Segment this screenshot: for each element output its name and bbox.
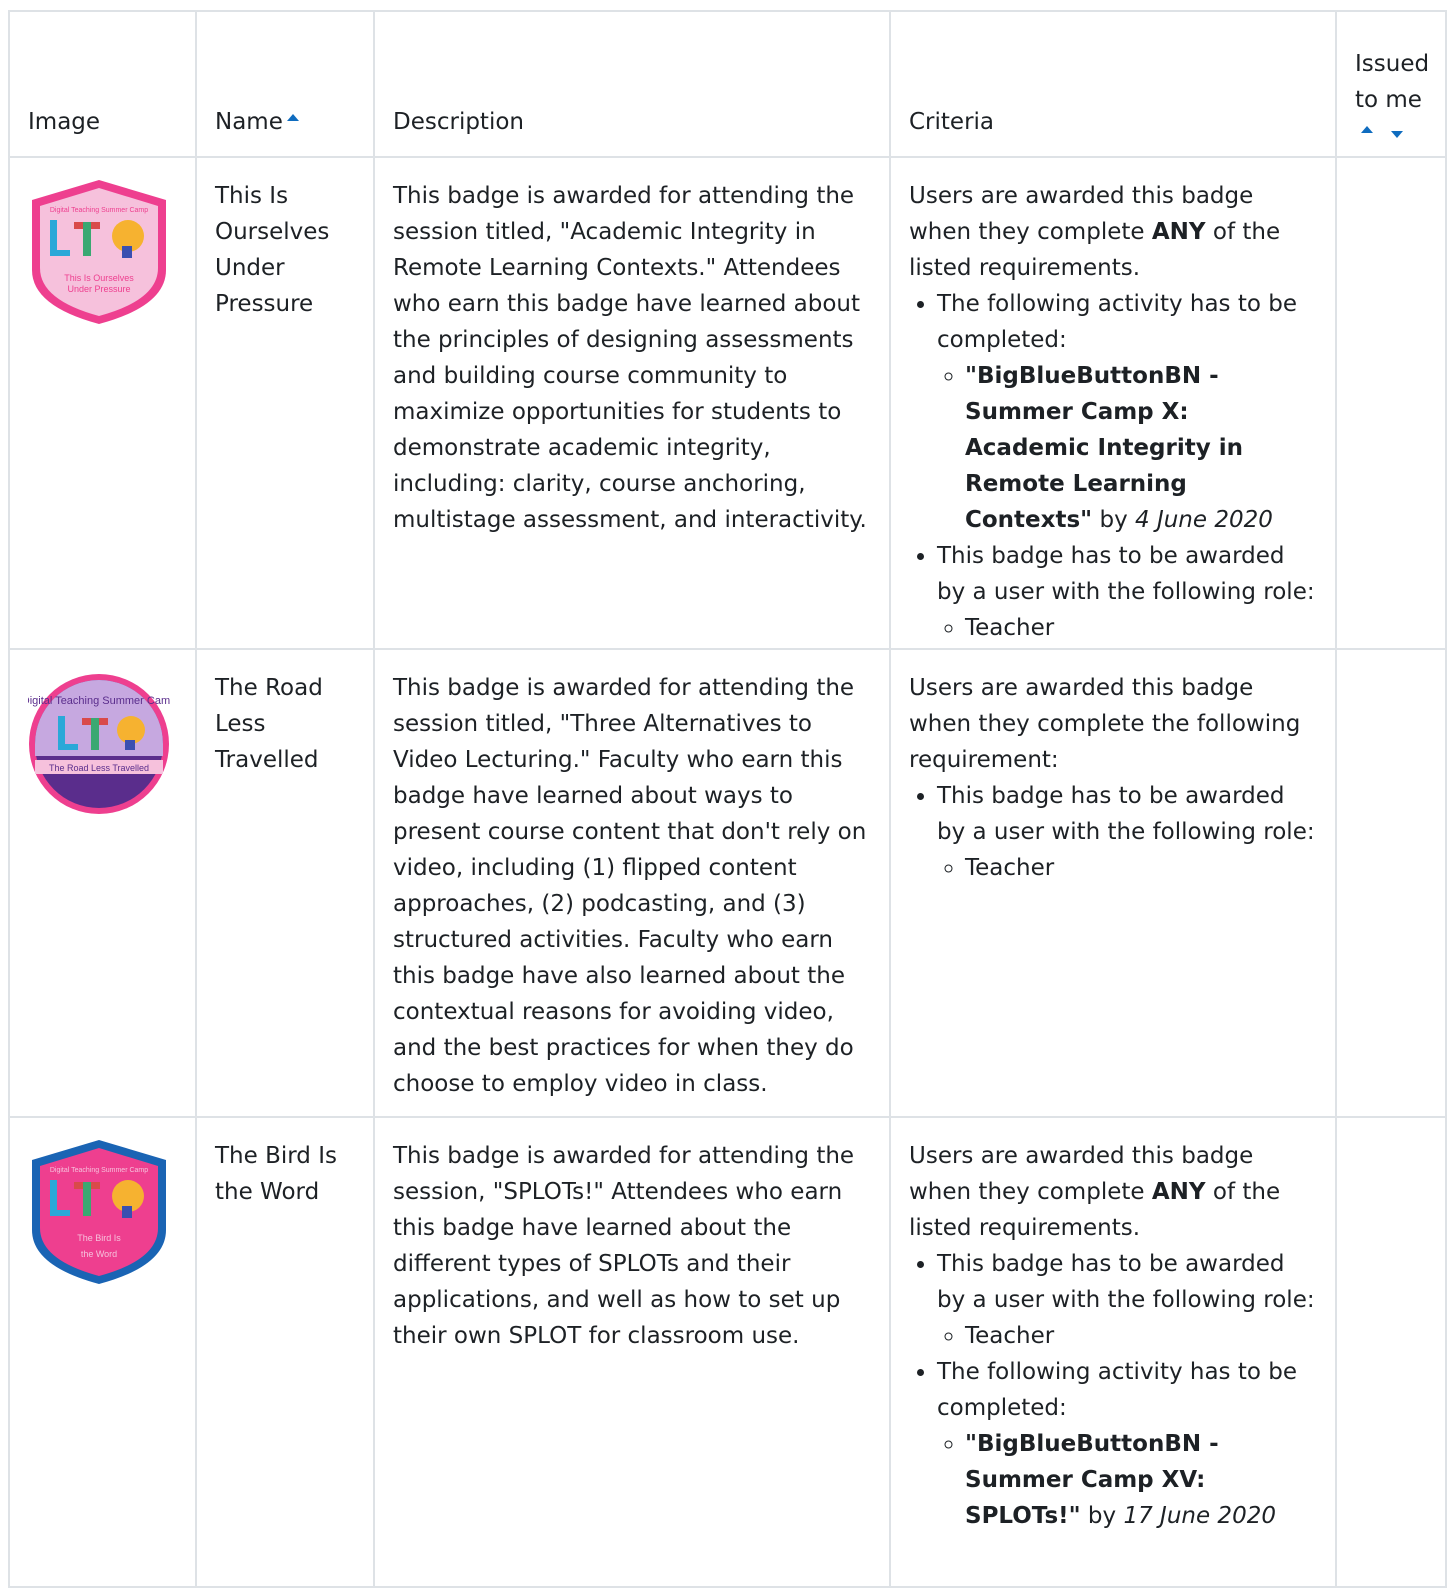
criteria-date: 17 June 2020 — [1123, 1503, 1276, 1529]
badge-description-cell: This badge is awarded for attending the … — [373, 156, 891, 650]
badge-description: This badge is awarded for attending the … — [393, 1143, 855, 1349]
badge-description-cell: This badge is awarded for attending the … — [373, 648, 891, 1118]
badge-description: This badge is awarded for attending the … — [393, 183, 867, 533]
issued-cell — [1335, 1116, 1447, 1588]
table-row: Digital Teaching Summer Camp This Is Our… — [8, 156, 1447, 650]
col-issued-header: Issued to me — [1335, 10, 1447, 158]
criteria-list: This badge has to be awarded by a user w… — [909, 1246, 1317, 1534]
criteria-date: 4 June 2020 — [1135, 507, 1273, 533]
criteria-subitem: "BigBlueButtonBN - Summer Camp X: Academ… — [965, 358, 1317, 538]
badge-name-cell: The Road Less Travelled — [195, 648, 375, 1118]
svg-text:Under Pressure: Under Pressure — [67, 284, 130, 294]
sort-up-icon[interactable] — [1361, 125, 1373, 133]
criteria-header-label: Criteria — [909, 109, 995, 135]
badge-criteria-cell: Users are awarded this badge when they c… — [889, 1116, 1337, 1588]
svg-text:the Word: the Word — [81, 1249, 117, 1259]
badge-camp-text: Digital Teaching Summer Camp — [50, 1167, 148, 1174]
svg-text:The Road Less Travelled: The Road Less Travelled — [49, 763, 149, 773]
criteria-subitem: "BigBlueButtonBN - Summer Camp XV: SPLOT… — [965, 1426, 1317, 1534]
issued-sort-controls — [1361, 122, 1427, 138]
criteria-role: Teacher — [965, 1318, 1317, 1354]
col-description-header: Description — [373, 10, 891, 158]
svg-text:This Is Ourselves: This Is Ourselves — [64, 273, 134, 283]
name-header-label: Name — [215, 109, 283, 135]
col-image-header: Image — [8, 10, 197, 158]
issued-header-label: Issued to me — [1355, 51, 1430, 113]
badge-description-cell: This badge is awarded for attending the … — [373, 1116, 891, 1588]
criteria-intro: Users are awarded this badge when they c… — [909, 675, 1301, 773]
badge-name: The Bird Is the Word — [215, 1143, 337, 1205]
criteria-item: The following activity has to be complet… — [937, 286, 1317, 538]
sort-ascending-icon — [286, 114, 299, 121]
criteria-item: This badge has to be awarded by a user w… — [937, 1246, 1317, 1354]
criteria-intro: Users are awarded this badge when they c… — [909, 1143, 1281, 1241]
badge-image-cell: Digital Teaching Summer Camp This Is Our… — [8, 156, 197, 650]
badge-image-circle-purple[interactable]: Digital Teaching Summer Camp The Road Le… — [28, 670, 170, 818]
badges-table: Image Name Description Criteria Issued t… — [8, 10, 1447, 1588]
criteria-item: This badge has to be awarded by a user w… — [937, 778, 1317, 886]
badge-name-cell: This Is Ourselves Under Pressure — [195, 156, 375, 650]
criteria-item: The following activity has to be complet… — [937, 1354, 1317, 1534]
criteria-item: This badge has to be awarded by a user w… — [937, 538, 1317, 646]
svg-text:The Bird Is: The Bird Is — [77, 1233, 121, 1243]
sort-name-link[interactable]: Name — [215, 109, 299, 135]
criteria-role: Teacher — [965, 850, 1317, 886]
badge-criteria-cell: Users are awarded this badge when they c… — [889, 156, 1337, 650]
table-row: Digital Teaching Summer Camp The Bird Is… — [8, 1116, 1447, 1588]
col-name-header[interactable]: Name — [195, 10, 375, 158]
image-header-label: Image — [28, 109, 101, 135]
badge-image-cell: Digital Teaching Summer Camp The Road Le… — [8, 648, 197, 1118]
badge-image-cell: Digital Teaching Summer Camp The Bird Is… — [8, 1116, 197, 1588]
badge-image-shield-blue[interactable]: Digital Teaching Summer Camp The Bird Is… — [28, 1138, 170, 1286]
col-criteria-header: Criteria — [889, 10, 1337, 158]
criteria-list: The following activity has to be complet… — [909, 286, 1317, 646]
badge-image-shield-pink[interactable]: Digital Teaching Summer Camp This Is Our… — [28, 178, 170, 326]
criteria-intro: Users are awarded this badge when they c… — [909, 183, 1281, 281]
header-row: Image Name Description Criteria Issued t… — [8, 10, 1447, 158]
description-header-label: Description — [393, 109, 524, 135]
criteria-list: This badge has to be awarded by a user w… — [909, 778, 1317, 886]
criteria-role: Teacher — [965, 610, 1317, 646]
issued-cell — [1335, 648, 1447, 1118]
sort-down-icon[interactable] — [1391, 130, 1403, 138]
badge-name: The Road Less Travelled — [215, 675, 323, 773]
issued-cell — [1335, 156, 1447, 650]
badge-description: This badge is awarded for attending the … — [393, 675, 867, 1097]
badge-camp-text: Digital Teaching Summer Camp — [28, 695, 170, 707]
badge-criteria-cell: Users are awarded this badge when they c… — [889, 648, 1337, 1118]
table-row: Digital Teaching Summer Camp The Road Le… — [8, 648, 1447, 1118]
badge-camp-text: Digital Teaching Summer Camp — [50, 207, 148, 214]
badge-name: This Is Ourselves Under Pressure — [215, 183, 330, 317]
badge-name-cell: The Bird Is the Word — [195, 1116, 375, 1588]
